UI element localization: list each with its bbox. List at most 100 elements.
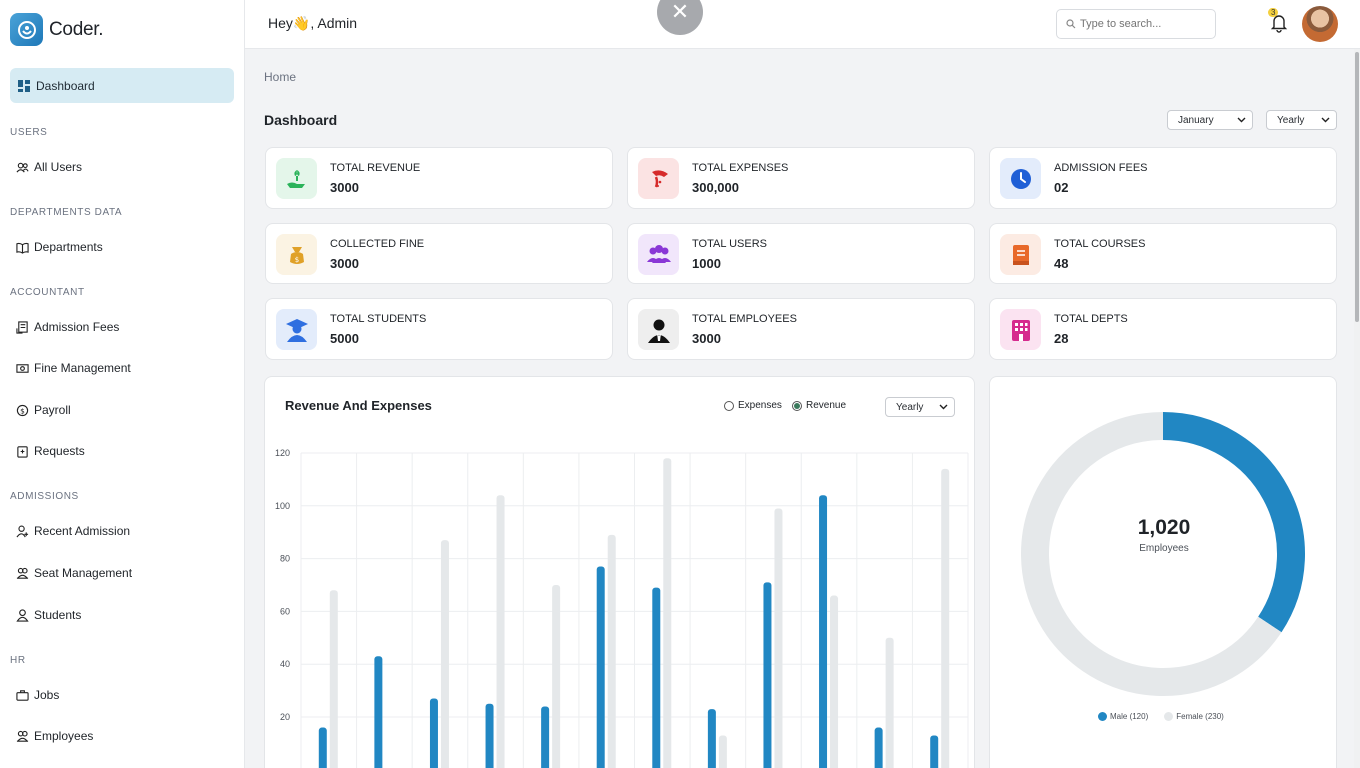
expenses-bar [440,540,449,768]
stat-card-total-students[interactable]: TOTAL STUDENTS 5000 [265,298,613,360]
sidebar-item-seat-management[interactable]: Seat Management [16,566,132,580]
user-plus-icon [16,525,29,537]
y-tick-label: 20 [280,712,290,722]
receipt-icon [16,320,28,334]
scrollbar-thumb[interactable] [1355,52,1359,322]
greeting-suffix: , Admin [310,15,358,31]
sidebar-item-label: Dashboard [36,78,95,93]
expenses-bar [830,595,839,768]
stat-card-total-depts[interactable]: TOTAL DEPTS 28 [989,298,1337,360]
sidebar-item-recent-admission[interactable]: Recent Admission [16,524,130,538]
card-value: 28 [1054,331,1069,346]
search-box[interactable] [1056,9,1216,39]
revenue-expenses-chart: 20 40 60 80 100 120 [275,448,969,768]
sidebar-item-all-users[interactable]: All Users [16,160,82,174]
card-value: 3000 [330,180,359,195]
dollar-icon: $ [16,404,29,416]
card-label: TOTAL EXPENSES [692,162,789,174]
month-select[interactable]: January [1167,110,1253,130]
user-group-icon [16,567,29,579]
period-select[interactable]: Yearly [1266,110,1337,130]
bell-icon[interactable] [1269,13,1289,33]
revenue-bar [707,709,716,768]
breadcrumb[interactable]: Home [264,70,296,84]
sidebar-item-label: Payroll [34,403,71,417]
greeting-prefix: Hey [268,15,293,31]
page-title: Dashboard [264,112,338,128]
card-label: TOTAL STUDENTS [330,313,427,325]
expenses-bar [774,508,783,768]
sidebar-item-jobs[interactable]: Jobs [16,688,59,702]
dashboard-icon [18,79,30,92]
section-hr: HR [10,655,26,666]
donut-total: 1,020 [1137,516,1191,539]
stat-card-admission-fees[interactable]: ADMISSION FEES 02 [989,147,1337,209]
sidebar-item-fine-management[interactable]: Fine Management [16,361,131,375]
stat-card-total-courses[interactable]: TOTAL COURSES 48 [989,223,1337,284]
sidebar-item-label: Jobs [34,688,60,702]
stat-card-collected-fine[interactable]: $ COLLECTED FINE 3000 [265,223,613,284]
search-icon [1066,19,1076,29]
sidebar-item-dashboard[interactable]: Dashboard [10,68,234,103]
card-label: TOTAL EMPLOYEES [692,313,797,325]
search-input[interactable] [1080,18,1200,30]
card-value: 5000 [330,331,359,346]
sidebar-item-departments[interactable]: Departments [16,240,103,254]
card-value: 3000 [692,331,721,346]
revenue-bar [763,582,772,768]
legend-swatch [1098,712,1107,721]
stat-card-total-employees[interactable]: TOTAL EMPLOYEES 3000 [627,298,975,360]
revenue-bar [819,495,828,768]
greeting: Hey👋, Admin [268,15,357,32]
close-button[interactable]: ✕ [657,0,703,35]
legend-male[interactable]: Male (120) [1098,712,1148,721]
coder-logo-icon [10,13,43,46]
sidebar-item-students[interactable]: Students [16,608,81,622]
wave-icon: 👋 [292,15,311,31]
sidebar-item-label: Students [34,608,82,622]
graduate-icon [276,309,317,350]
card-label: TOTAL USERS [692,238,767,250]
revenue-bar [429,698,438,768]
donut-caption: Employees [1139,543,1189,554]
sidebar-item-requests[interactable]: Requests [16,444,85,458]
hand-money-icon [638,158,679,199]
legend-female[interactable]: Female (230) [1164,712,1224,721]
y-tick-label: 100 [275,501,290,511]
brand[interactable]: Coder. [10,13,103,46]
expenses-bar [941,468,950,768]
card-value: 02 [1054,180,1069,195]
revenue-bar [596,566,605,768]
user-icon [16,608,29,622]
employee-icon [638,309,679,350]
sidebar-item-label: Seat Management [34,566,133,580]
svg-text:$: $ [294,256,298,264]
plant-money-icon [276,158,317,199]
topbar: Hey👋, Admin ✕ 3 [245,0,1360,49]
sidebar-item-label: Recent Admission [34,524,131,538]
stat-card-total-expenses[interactable]: TOTAL EXPENSES 300,000 [627,147,975,209]
request-icon [17,445,28,458]
section-admissions: ADMISSIONS [10,491,79,502]
user-group-icon [16,730,29,742]
expenses-bar [663,458,672,768]
building-icon [1000,309,1041,350]
revenue-bar [930,735,939,768]
card-label: TOTAL COURSES [1054,238,1146,250]
stat-card-total-users[interactable]: TOTAL USERS 1000 [627,223,975,284]
users-icon [16,162,29,173]
users-group-icon [638,234,679,275]
stat-card-total-revenue[interactable]: TOTAL REVENUE 3000 [265,147,613,209]
revenue-bar [485,703,494,768]
book-icon [16,242,29,254]
sidebar-item-admission-fees[interactable]: Admission Fees [16,320,119,334]
y-tick-label: 40 [280,659,290,669]
clock-icon [1000,158,1041,199]
card-label: TOTAL DEPTS [1054,313,1128,325]
revenue-bar [541,706,550,768]
avatar[interactable] [1302,6,1338,42]
employees-donut-chart [1021,412,1305,696]
sidebar-item-payroll[interactable]: $ Payroll [16,403,71,417]
sidebar-item-employees[interactable]: Employees [16,729,93,743]
card-label: COLLECTED FINE [330,238,425,250]
